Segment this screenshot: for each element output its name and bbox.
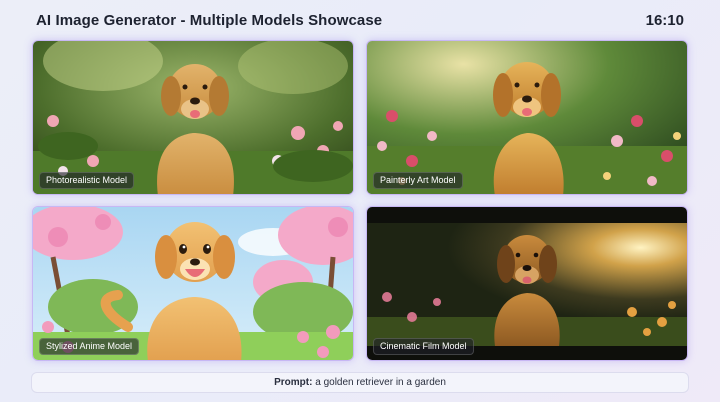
page-title: AI Image Generator - Multiple Models Sho… — [36, 12, 383, 29]
prompt-text: a golden retriever in a garden — [315, 377, 446, 388]
model-label: Cinematic Film Model — [373, 338, 474, 355]
prompt-bar: Prompt: a golden retriever in a garden — [31, 372, 689, 393]
model-label: Painterly Art Model — [373, 172, 463, 189]
header-bar: AI Image Generator - Multiple Models Sho… — [0, 0, 720, 40]
painterly-card[interactable]: Painterly Art Model — [366, 40, 688, 195]
model-label: Stylized Anime Model — [39, 338, 140, 355]
model-label: Photorealistic Model — [39, 172, 135, 189]
clock: 16:10 — [645, 12, 684, 29]
photorealistic-card[interactable]: Photorealistic Model — [32, 40, 354, 195]
model-grid: Photorealistic Model Painterly Art Model… — [32, 40, 688, 362]
cinematic-card[interactable]: Cinematic Film Model — [366, 206, 688, 361]
anime-card[interactable]: Stylized Anime Model — [32, 206, 354, 361]
prompt-label: Prompt: — [274, 377, 313, 388]
